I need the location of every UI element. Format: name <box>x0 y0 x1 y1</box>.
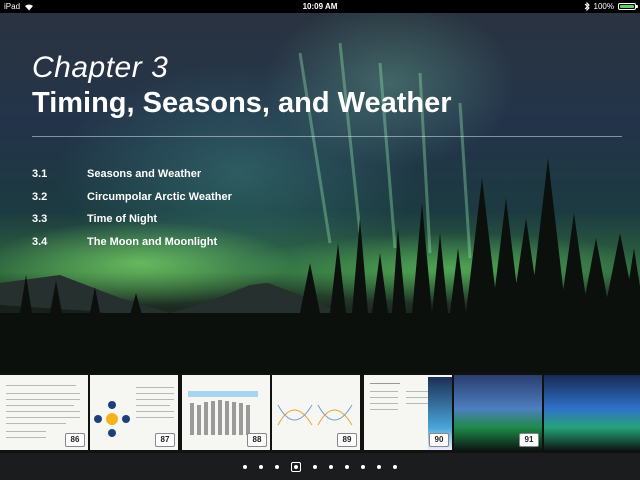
page-thumbnail-86[interactable]: 86 <box>0 375 88 450</box>
page-thumbnail-92[interactable] <box>544 375 640 450</box>
chapter-label: Chapter 3 <box>32 51 169 84</box>
page-dot[interactable] <box>259 464 263 469</box>
page-number: 87 <box>155 433 175 447</box>
page-dot[interactable] <box>393 464 397 469</box>
clock: 10:09 AM <box>302 2 338 11</box>
chapter-title: Timing, Seasons, and Weather <box>32 87 452 119</box>
page-dot-active[interactable] <box>291 461 301 472</box>
page-thumbnail-88[interactable]: 88 <box>182 375 270 450</box>
page-thumbnail-strip: 86 87 88 89 90 91 <box>0 373 640 453</box>
page-number: 86 <box>65 433 85 447</box>
toc-number: 3.4 <box>32 235 48 248</box>
battery-icon <box>618 3 638 10</box>
page-dot[interactable] <box>345 464 349 469</box>
title-divider <box>32 136 622 137</box>
table-of-contents: 3.1 Seasons and Weather 3.2 Circumpolar … <box>32 163 332 253</box>
toc-item-3-2[interactable]: 3.2 Circumpolar Arctic Weather <box>32 186 332 209</box>
status-bar: iPad 10:09 AM 100% <box>0 0 640 13</box>
page-number: 91 <box>519 433 539 447</box>
toc-title: Time of Night <box>87 213 158 226</box>
page-dot[interactable] <box>329 464 333 469</box>
page-indicator <box>0 453 640 480</box>
page-thumbnail-87[interactable]: 87 <box>90 375 178 450</box>
toc-number: 3.1 <box>32 168 48 181</box>
page-dot[interactable] <box>313 464 317 469</box>
toc-number: 3.2 <box>32 190 48 203</box>
toc-item-3-4[interactable]: 3.4 The Moon and Moonlight <box>32 231 332 254</box>
page-number: 88 <box>247 433 267 447</box>
toc-title: Seasons and Weather <box>87 168 202 181</box>
page-number: 89 <box>337 433 357 447</box>
page-thumbnail-91[interactable]: 91 <box>454 375 542 450</box>
page-dot[interactable] <box>275 464 279 469</box>
toc-number: 3.3 <box>32 213 48 226</box>
page-dot[interactable] <box>377 464 381 469</box>
battery-percent: 100% <box>593 2 614 11</box>
page-dot[interactable] <box>243 464 247 469</box>
page-dot[interactable] <box>361 464 365 469</box>
page-thumbnail-89[interactable]: 89 <box>272 375 360 450</box>
chapter-cover: Chapter 3 Timing, Seasons, and Weather 3… <box>0 13 640 373</box>
toc-item-3-1[interactable]: 3.1 Seasons and Weather <box>32 163 332 186</box>
page-number: 90 <box>429 433 449 447</box>
toc-title: The Moon and Moonlight <box>87 235 218 248</box>
toc-title: Circumpolar Arctic Weather <box>87 190 232 203</box>
bluetooth-icon <box>584 2 590 11</box>
page-thumbnail-90[interactable]: 90 <box>364 375 452 450</box>
toc-item-3-3[interactable]: 3.3 Time of Night <box>32 208 332 231</box>
